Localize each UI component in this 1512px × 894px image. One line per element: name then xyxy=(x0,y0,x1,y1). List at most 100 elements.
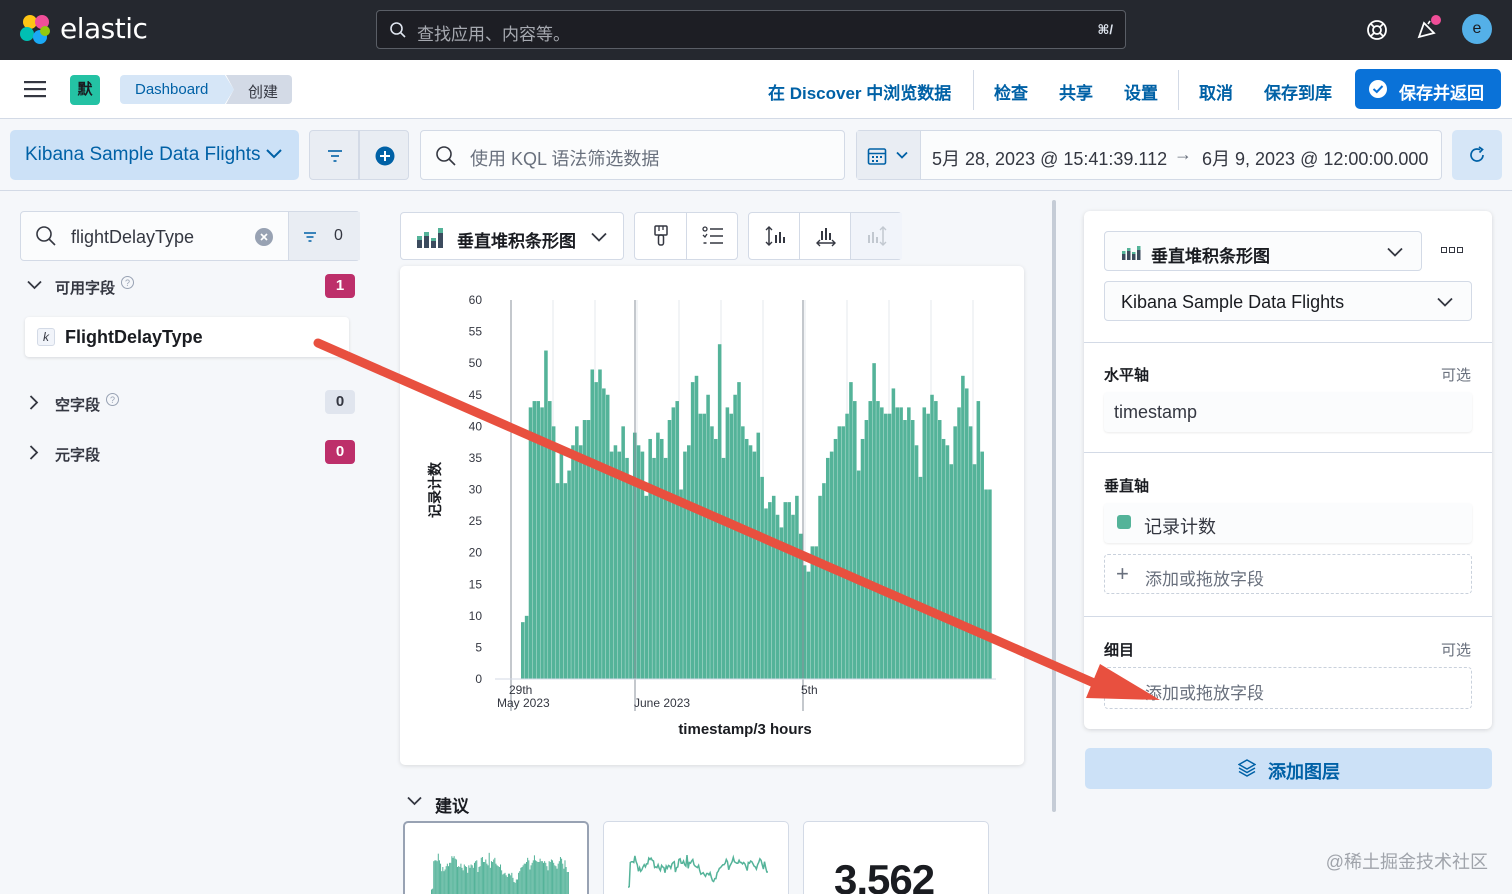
save-and-return-button[interactable]: 保存并返回 xyxy=(1355,69,1501,109)
global-search-input[interactable]: 查找应用、内容等。 ⌘/ xyxy=(376,10,1126,49)
bar xyxy=(683,451,687,679)
data-view-picker[interactable]: Kibana Sample Data Flights xyxy=(10,130,299,180)
field-type-filter-button[interactable]: 0 xyxy=(288,212,360,260)
plus-icon: + xyxy=(1116,561,1129,586)
bar xyxy=(833,438,838,679)
bar xyxy=(930,394,934,679)
thumb-bar xyxy=(521,867,523,894)
bar xyxy=(964,388,969,679)
bar xyxy=(926,413,930,679)
thumb-bar xyxy=(444,869,446,894)
add-layer-button[interactable]: 添加图层 xyxy=(1085,748,1492,789)
available-fields-toggle[interactable]: 可用字段 ? 1 xyxy=(24,272,360,300)
thumb-line xyxy=(628,854,768,889)
thumb-bar xyxy=(431,889,433,894)
bar xyxy=(764,508,768,679)
bar xyxy=(768,502,772,679)
cancel-link[interactable]: 取消 xyxy=(1199,79,1233,104)
thumb-bar xyxy=(506,877,508,894)
layer-chart-type-select[interactable]: 垂直堆积条形图 xyxy=(1104,231,1422,271)
explore-in-discover-link[interactable]: 在 Discover 中浏览数据 xyxy=(768,79,951,104)
visual-options-button[interactable] xyxy=(635,213,687,259)
thumb-bar xyxy=(461,867,463,894)
vertical-axis-dimension[interactable]: 记录计数 xyxy=(1104,503,1472,543)
suggestion-line-chart[interactable] xyxy=(603,821,789,894)
menu-icon[interactable] xyxy=(24,80,46,98)
right-axis-button[interactable] xyxy=(851,213,902,259)
thumb-bar xyxy=(492,862,494,894)
thumb-bar xyxy=(495,863,497,894)
bar xyxy=(536,401,540,679)
more-actions-icon[interactable] xyxy=(1441,247,1463,253)
thumb-bar xyxy=(536,861,538,894)
help-icon[interactable] xyxy=(1365,18,1389,42)
filter-menu-button[interactable] xyxy=(309,130,359,180)
keyword-type-icon: k xyxy=(37,328,55,346)
suggestions-toggle[interactable]: 建议 xyxy=(404,788,504,816)
date-range-arrow: → xyxy=(1174,144,1192,164)
vertical-axis-add-field[interactable]: + 添加或拖放字段 xyxy=(1104,554,1472,594)
horizontal-axis-value: timestamp xyxy=(1114,402,1198,422)
bar xyxy=(945,445,950,679)
elastic-logo[interactable] xyxy=(18,12,54,48)
share-link[interactable]: 共享 xyxy=(1059,79,1093,104)
bar xyxy=(578,445,583,679)
thumb-bar xyxy=(548,861,550,894)
settings-link[interactable]: 设置 xyxy=(1124,79,1158,104)
bar xyxy=(540,407,544,679)
thumb-bar xyxy=(535,860,537,894)
quick-select-button[interactable] xyxy=(857,131,921,179)
space-badge[interactable]: 默 xyxy=(70,75,100,105)
inspect-link[interactable]: 检查 xyxy=(994,79,1028,104)
y-tick-label: 60 xyxy=(469,293,483,307)
thumb-bar xyxy=(455,859,457,894)
thumb-bar xyxy=(527,857,529,894)
bar xyxy=(663,457,668,679)
left-axis-button[interactable] xyxy=(749,213,800,259)
bar xyxy=(818,495,822,679)
empty-fields-toggle[interactable]: 空字段 ? 0 xyxy=(24,389,360,417)
breadcrumb-dashboard[interactable]: Dashboard xyxy=(120,75,234,104)
refresh-button[interactable] xyxy=(1452,130,1502,180)
bottom-axis-button[interactable] xyxy=(800,213,851,259)
y-tick-label: 40 xyxy=(469,419,483,433)
suggestion-bar-chart[interactable] xyxy=(403,821,589,894)
vertical-axis-value: 记录计数 xyxy=(1144,517,1216,537)
field-item-flightdelaytype[interactable]: k FlightDelayType xyxy=(25,317,349,357)
bar xyxy=(671,407,676,679)
bar-chart[interactable]: 0 5 10 15 20 25 30 35 40 45 50 55 60 29thMay 2023 June… xyxy=(400,266,1024,765)
thumb-bar xyxy=(480,857,482,894)
add-filter-button[interactable] xyxy=(359,130,409,180)
thumb-bar xyxy=(555,866,557,894)
save-to-library-link[interactable]: 保存到库 xyxy=(1264,79,1332,104)
series-color-swatch[interactable] xyxy=(1117,515,1131,529)
thumb-bar xyxy=(544,861,546,894)
bar xyxy=(744,438,749,679)
date-picker[interactable]: 5月 28, 2023 @ 15:41:39.112 → 6月 9, 2023 … xyxy=(856,130,1442,180)
thumb-bar xyxy=(528,860,530,894)
layer-data-view-select[interactable]: Kibana Sample Data Flights xyxy=(1104,281,1472,321)
bar xyxy=(575,426,579,679)
suggestion-metric[interactable]: 3,562 xyxy=(803,821,989,894)
start-date[interactable]: 5月 28, 2023 @ 15:41:39.112 xyxy=(932,145,1167,171)
chart-type-switcher[interactable]: 垂直堆积条形图 xyxy=(400,212,624,260)
field-search-input[interactable]: flightDelayType 0 xyxy=(20,211,360,261)
y-tick-label: 35 xyxy=(469,451,483,465)
question-icon: ? xyxy=(121,276,134,289)
x-tick-label: 5th xyxy=(801,683,818,697)
suggestion-metric-value: 3,562 xyxy=(834,856,935,894)
legend-options-button[interactable] xyxy=(687,213,739,259)
end-date[interactable]: 6月 9, 2023 @ 12:00:00.000 xyxy=(1202,145,1428,171)
bar xyxy=(521,622,525,679)
clear-icon[interactable] xyxy=(254,227,274,247)
kql-query-input[interactable]: 使用 KQL 语法筛选数据 xyxy=(420,130,845,180)
meta-fields-toggle[interactable]: 元字段 0 xyxy=(24,439,360,467)
workspace-scrollbar[interactable] xyxy=(1052,200,1056,812)
breakdown-add-field[interactable]: + 添加或拖放字段 xyxy=(1104,667,1472,709)
user-avatar[interactable]: e xyxy=(1462,14,1492,44)
thumb-bar xyxy=(445,866,447,894)
thumb-bar xyxy=(466,867,468,894)
bar xyxy=(791,514,795,679)
horizontal-axis-dimension[interactable]: timestamp xyxy=(1104,392,1472,432)
news-feed-icon[interactable] xyxy=(1414,15,1442,43)
